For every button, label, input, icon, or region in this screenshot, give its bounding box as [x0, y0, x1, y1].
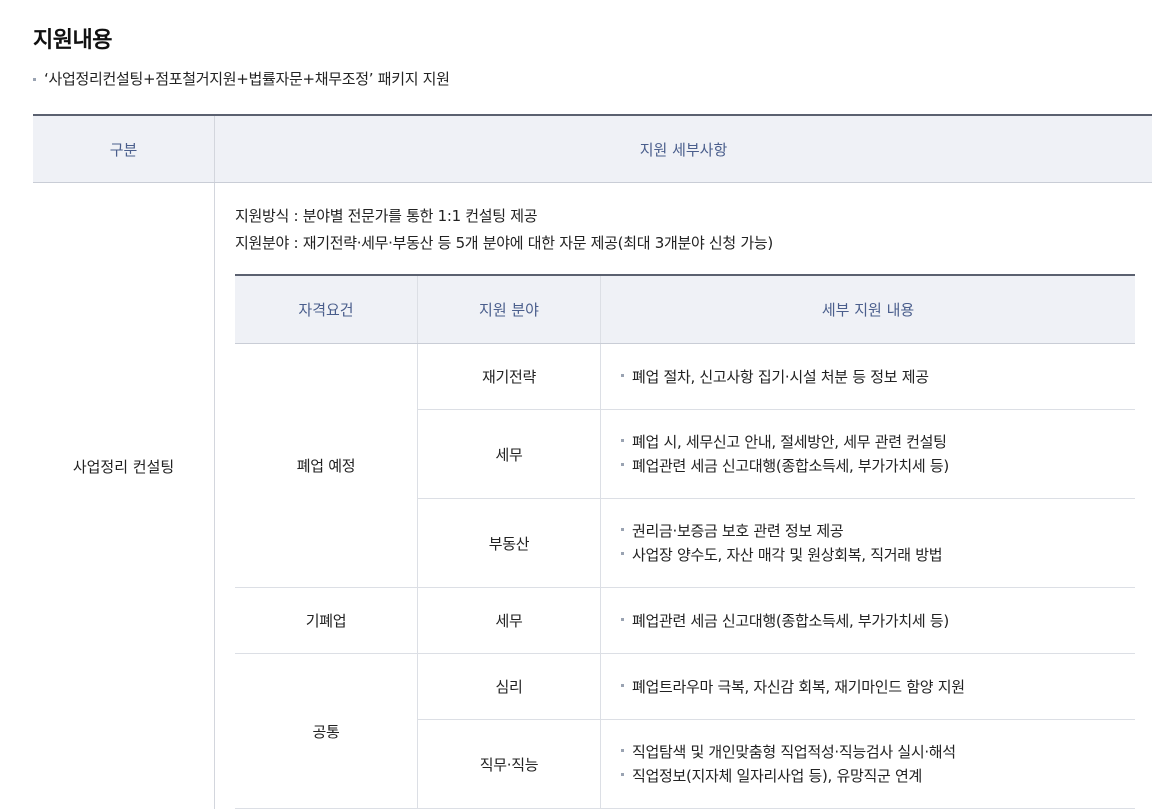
table-row: 사업정리 컨설팅 지원방식 : 분야별 전문가를 통한 1:1 컨설팅 제공 지… [33, 183, 1152, 809]
details-cell: 지원방식 : 분야별 전문가를 통한 1:1 컨설팅 제공 지원분야 : 재기전… [215, 183, 1153, 809]
details-cell: 권리금·보증금 보호 관련 정보 제공 사업장 양수도, 자산 매각 및 원상회… [601, 499, 1136, 588]
field-cell: 세무 [418, 588, 601, 654]
detail-item: 직업정보(지자체 일자리사업 등), 유망직군 연계 [621, 764, 1135, 788]
header-row: 구분 지원 세부사항 [33, 115, 1152, 183]
requirement-cell: 기폐업 [235, 588, 418, 654]
details-cell: 폐업 절차, 신고사항 집기·시설 처분 등 정보 제공 [601, 344, 1136, 410]
details-cell: 폐업관련 세금 신고대행(종합소득세, 부가가치세 등) [601, 588, 1136, 654]
field-line: 지원분야 : 재기전략·세무·부동산 등 5개 분야에 대한 자문 제공(최대 … [235, 230, 1132, 257]
details-cell: 폐업 시, 세무신고 안내, 절세방안, 세무 관련 컨설팅 폐업관련 세금 신… [601, 410, 1136, 499]
field-cell: 직무·직능 [418, 720, 601, 809]
section-title: 지원내용 [33, 22, 112, 54]
detail-item: 폐업트라우마 극복, 자신감 회복, 재기마인드 함양 지원 [621, 675, 1135, 699]
header-details: 지원 세부사항 [215, 115, 1153, 183]
detail-item: 권리금·보증금 보호 관련 정보 제공 [621, 519, 1135, 543]
support-table: 구분 지원 세부사항 사업정리 컨설팅 지원방식 : 분야별 전문가를 통한 1… [33, 114, 1152, 809]
bullet-icon [33, 78, 36, 81]
detail-item: 폐업 시, 세무신고 안내, 절세방안, 세무 관련 컨설팅 [621, 430, 1135, 454]
detail-item: 사업장 양수도, 자산 매각 및 원상회복, 직거래 방법 [621, 543, 1135, 567]
detail-item: 직업탐색 및 개인맞춤형 직업적성·직능검사 실시·해석 [621, 740, 1135, 764]
inner-header-field: 지원 분야 [418, 275, 601, 344]
field-cell: 세무 [418, 410, 601, 499]
inner-header-details: 세부 지원 내용 [601, 275, 1136, 344]
requirement-cell: 폐업 예정 [235, 344, 418, 588]
requirement-cell: 공통 [235, 654, 418, 809]
detail-item: 폐업관련 세금 신고대행(종합소득세, 부가가치세 등) [621, 454, 1135, 478]
category-cell: 사업정리 컨설팅 [33, 183, 215, 809]
inner-header-row: 자격요건 지원 분야 세부 지원 내용 [235, 275, 1135, 344]
section-subtitle: ‘사업정리컨설팅+점포철거지원+법률자문+채무조정’ 패키지 지원 [33, 68, 450, 89]
header-category: 구분 [33, 115, 215, 183]
details-cell: 직업탐색 및 개인맞춤형 직업적성·직능검사 실시·해석 직업정보(지자체 일자… [601, 720, 1136, 809]
field-cell: 심리 [418, 654, 601, 720]
table-row: 공통 심리 폐업트라우마 극복, 자신감 회복, 재기마인드 함양 지원 [235, 654, 1135, 720]
subtitle-text: ‘사업정리컨설팅+점포철거지원+법률자문+채무조정’ 패키지 지원 [44, 70, 450, 88]
table-row: 폐업 예정 재기전략 폐업 절차, 신고사항 집기·시설 처분 등 정보 제공 [235, 344, 1135, 410]
table-row: 기폐업 세무 폐업관련 세금 신고대행(종합소득세, 부가가치세 등) [235, 588, 1135, 654]
details-cell: 폐업트라우마 극복, 자신감 회복, 재기마인드 함양 지원 [601, 654, 1136, 720]
method-line: 지원방식 : 분야별 전문가를 통한 1:1 컨설팅 제공 [235, 203, 1132, 230]
detail-item: 폐업 절차, 신고사항 집기·시설 처분 등 정보 제공 [621, 365, 1135, 389]
field-cell: 재기전략 [418, 344, 601, 410]
inner-table: 자격요건 지원 분야 세부 지원 내용 폐업 예정 재기전략 폐업 절차, 신고… [235, 274, 1135, 809]
field-cell: 부동산 [418, 499, 601, 588]
inner-header-requirement: 자격요건 [235, 275, 418, 344]
detail-item: 폐업관련 세금 신고대행(종합소득세, 부가가치세 등) [621, 609, 1135, 633]
